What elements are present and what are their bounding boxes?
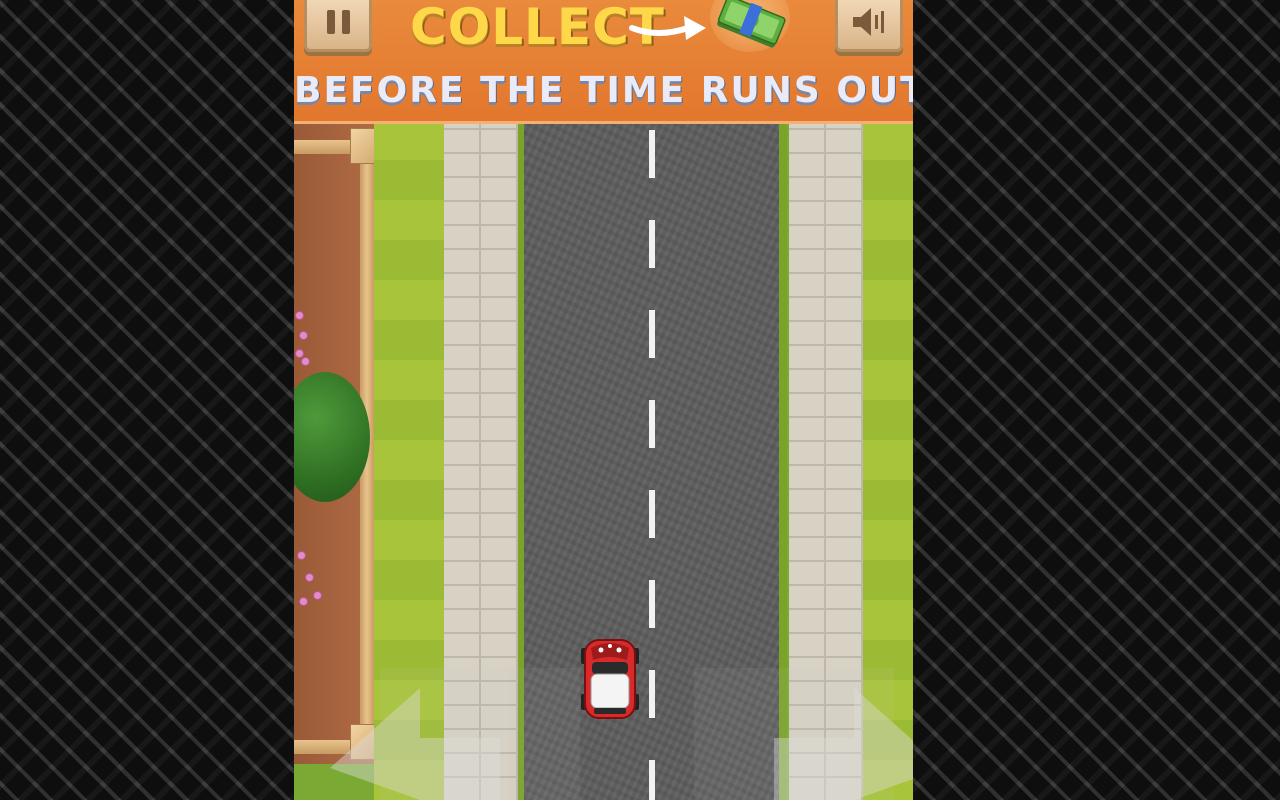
flower <box>302 358 309 365</box>
game-viewport: COLLECT BEFORE THE TIME RUNS OUT! <box>294 0 913 800</box>
sound-button[interactable] <box>835 0 903 52</box>
flower <box>296 350 303 357</box>
pause-icon <box>326 10 350 34</box>
flower <box>300 332 307 339</box>
player-car <box>581 639 639 719</box>
arrow-right-icon <box>629 16 706 40</box>
money-stack-icon <box>717 0 786 48</box>
steer-left-button[interactable] <box>330 668 580 800</box>
objective-banner: COLLECT BEFORE THE TIME RUNS OUT! <box>294 0 913 124</box>
banner-title: COLLECT <box>410 0 665 56</box>
flower <box>298 552 305 559</box>
arrow-left-icon <box>330 688 500 800</box>
flower <box>314 592 321 599</box>
flower <box>296 312 303 319</box>
lane-divider <box>649 130 655 800</box>
arrow-right-icon <box>774 688 913 800</box>
flower <box>300 598 307 605</box>
pause-button[interactable] <box>304 0 372 52</box>
flower <box>306 574 313 581</box>
banner-subtitle: BEFORE THE TIME RUNS OUT! <box>294 70 913 111</box>
steer-right-button[interactable] <box>694 668 913 800</box>
speaker-icon <box>853 8 884 36</box>
